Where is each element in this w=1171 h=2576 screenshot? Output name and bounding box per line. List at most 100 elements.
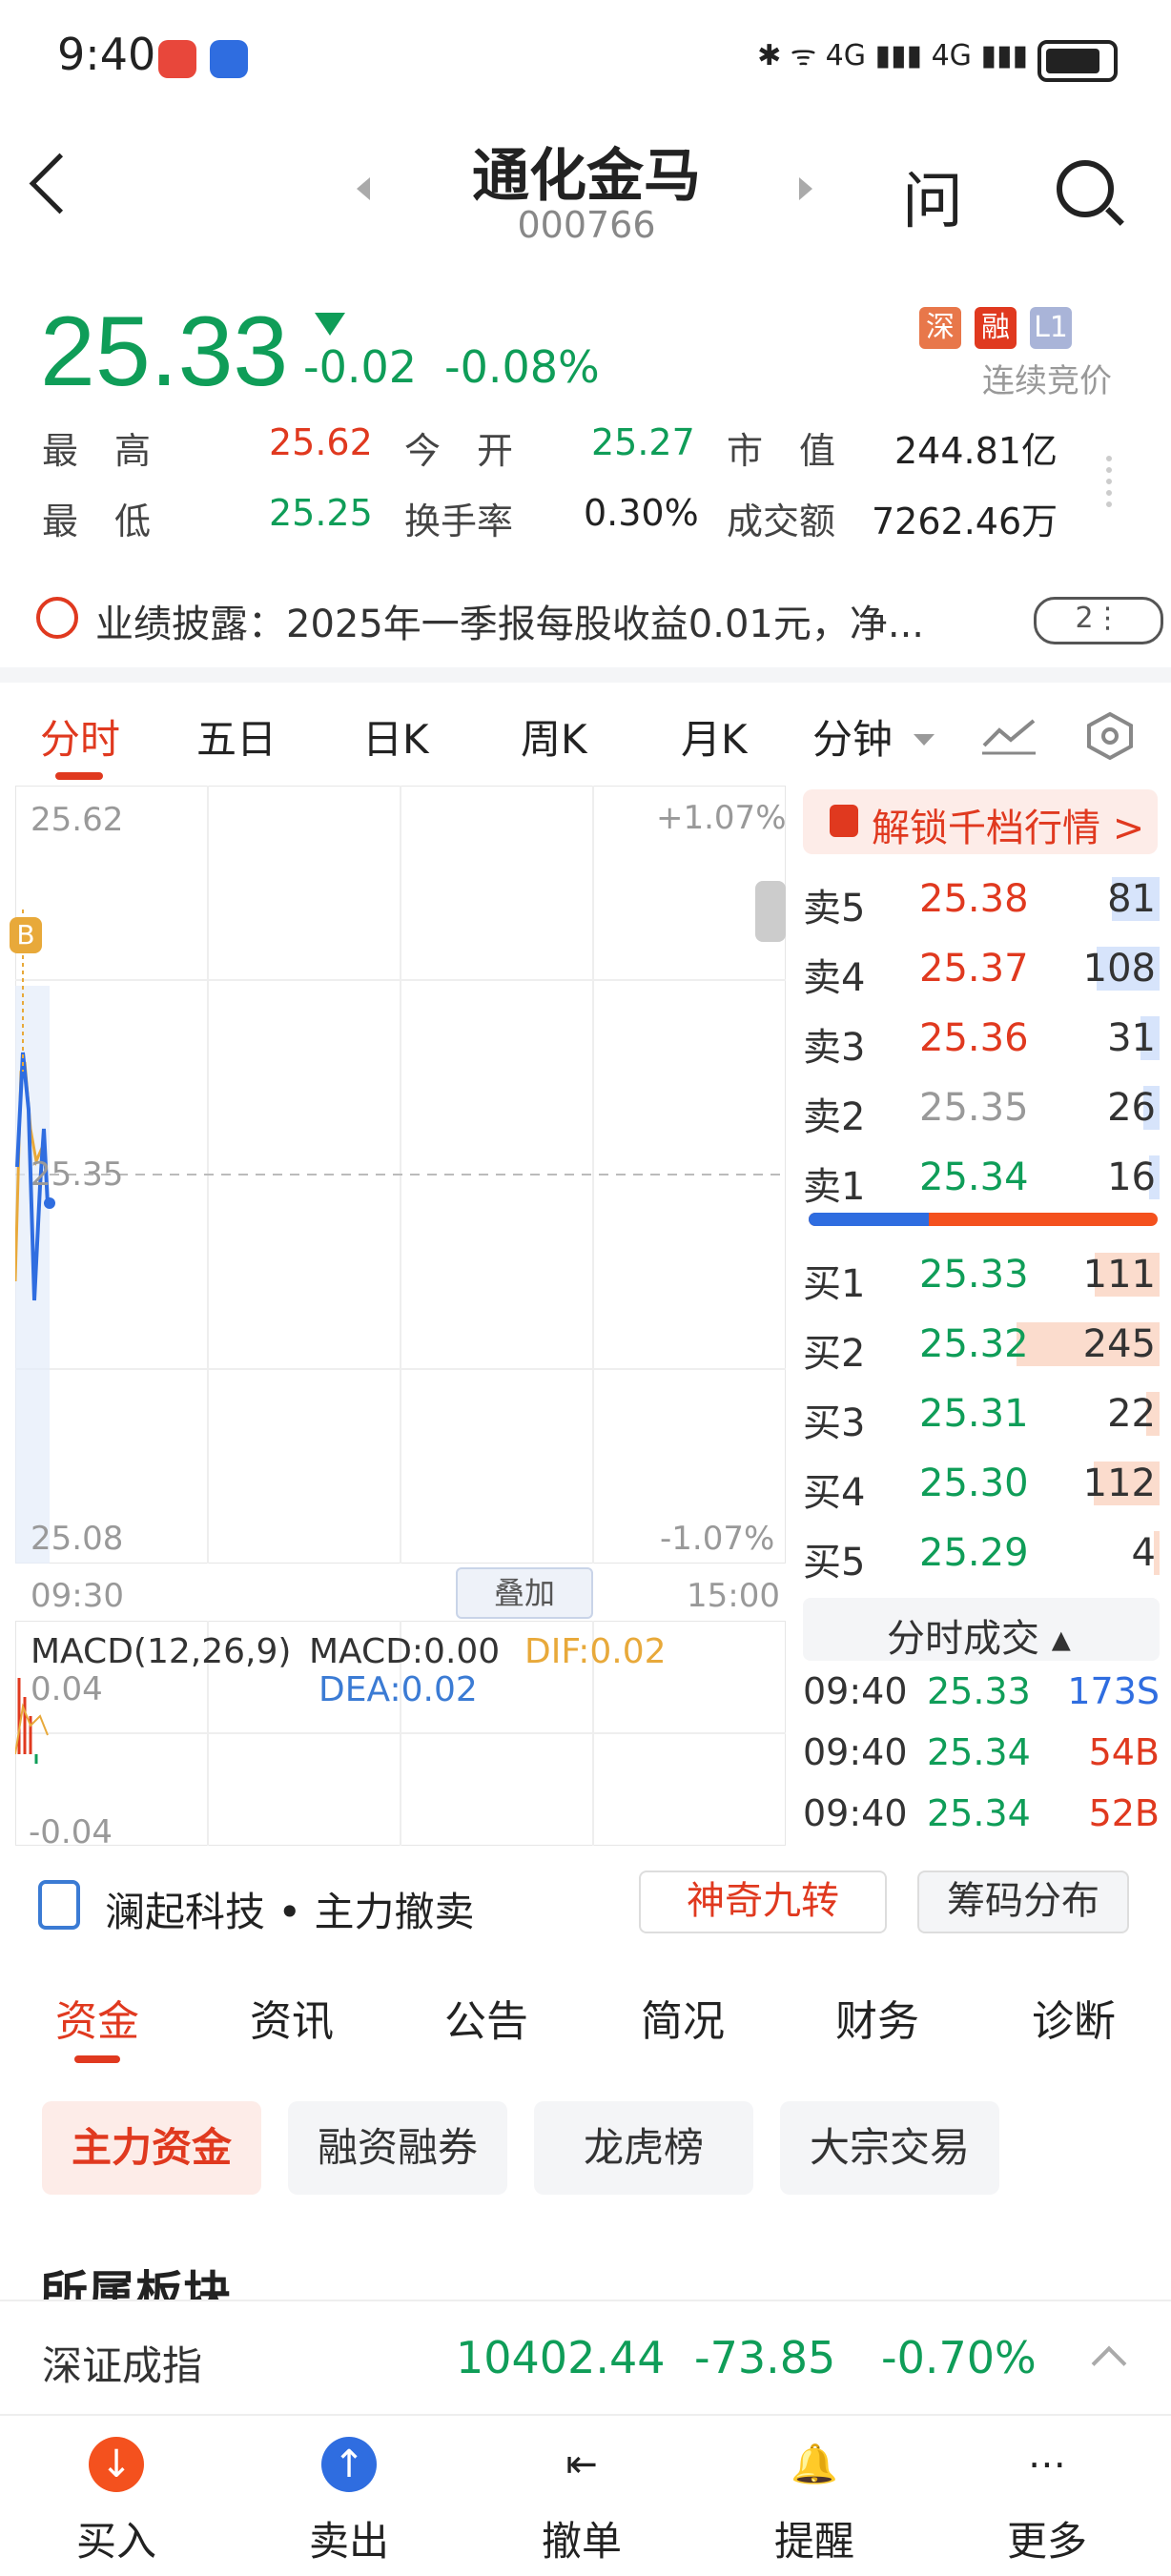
ask-row-3[interactable]: 卖3 25.36 31	[803, 1003, 1160, 1072]
tab-info-2[interactable]: 公告	[444, 1987, 528, 2048]
lanqi-alert[interactable]: 澜起科技 • 主力撤卖	[105, 1880, 474, 1938]
y-axis-bottom: 25.08	[31, 1520, 124, 1558]
nav-item-4[interactable]: ⋯ 更多	[961, 2437, 1133, 2567]
pct-axis-bottom: -1.07%	[660, 1520, 775, 1558]
tick-row: 09:40 25.34 52B	[803, 1792, 1160, 1851]
next-stock-icon[interactable]	[799, 177, 812, 200]
tab-info-3[interactable]: 简况	[641, 1987, 725, 2048]
bid-row-3[interactable]: 买3 25.31 22	[803, 1379, 1160, 1447]
ob-level-label: 卖5	[803, 887, 866, 930]
nav-label: 更多	[1006, 2518, 1087, 2565]
market-badge: 融	[975, 307, 1017, 349]
time-end: 15:00	[687, 1577, 780, 1615]
ob-level-label: 买1	[803, 1262, 866, 1306]
more-quote-icon[interactable]	[1106, 456, 1118, 507]
more-icon: ⋯	[1028, 2443, 1066, 2486]
tab-chart-0[interactable]: 分时	[40, 707, 120, 766]
bid-row-5[interactable]: 买5 25.29 4	[803, 1518, 1160, 1586]
dea-value: DEA:0.02	[318, 1670, 478, 1709]
price-change-pct: -0.08%	[444, 341, 600, 393]
app-notification-icon-2	[210, 40, 248, 78]
chevron-down-icon[interactable]	[914, 734, 935, 746]
nav-item-1[interactable]: ↑ 卖出	[263, 2437, 435, 2567]
open-value: 25.27	[591, 421, 695, 463]
subtab-2[interactable]: 龙虎榜	[534, 2101, 753, 2195]
bid-row-2[interactable]: 买2 25.32 245	[803, 1309, 1160, 1378]
ob-level-label: 买2	[803, 1332, 866, 1376]
mcap-value: 244.81亿	[894, 430, 1058, 472]
tick-volume: 52B	[1088, 1792, 1160, 1834]
tick-volume: 54B	[1088, 1731, 1160, 1773]
ob-level-label: 卖4	[803, 956, 866, 1000]
sell-icon: ↑	[321, 2437, 377, 2492]
ticks-header-label: 分时成交 ▴	[887, 1617, 1071, 1661]
index-change: -73.85	[694, 2332, 836, 2383]
intraday-chart[interactable]	[15, 786, 786, 1564]
ask-button[interactable]: 问	[902, 153, 963, 240]
tab-underline	[55, 772, 103, 780]
tab-chart-4[interactable]: 月K	[681, 707, 748, 766]
chip-distribution-button[interactable]: 筹码分布	[917, 1871, 1129, 1933]
subtab-0[interactable]: 主力资金	[42, 2101, 261, 2195]
ask-row-2[interactable]: 卖4 25.37 108	[803, 933, 1160, 1002]
ask-row-5[interactable]: 卖1 25.34 16	[803, 1142, 1160, 1211]
info-tab-underline	[74, 2055, 120, 2063]
ob-price: 25.29	[919, 1531, 1029, 1575]
turnover-value: 0.30%	[584, 492, 699, 534]
chart-style-icon[interactable]	[982, 717, 1036, 755]
high-label: 最 高	[42, 430, 152, 472]
macd-value: MACD:0.00	[309, 1632, 501, 1671]
tab-info-0[interactable]: 资金	[55, 1987, 139, 2048]
macd-axis-top: 0.04	[31, 1670, 103, 1708]
turnover-label: 换手率	[404, 501, 514, 542]
ob-price: 25.33	[919, 1253, 1029, 1297]
nav-item-3[interactable]: 🔔 提醒	[729, 2437, 900, 2567]
ob-level-label: 卖3	[803, 1026, 866, 1070]
tick-time: 09:40	[803, 1731, 908, 1773]
macd-title[interactable]: MACD(12,26,9)	[31, 1632, 291, 1671]
pct-axis-top: +1.07%	[656, 799, 787, 837]
stock-name: 通化金马	[472, 143, 701, 210]
bid-ask-ratio-bar	[809, 1213, 1158, 1226]
tab-chart-1[interactable]: 五日	[196, 707, 277, 766]
trading-status: 连续竞价	[982, 362, 1112, 400]
subtab-1[interactable]: 融资融券	[288, 2101, 507, 2195]
ob-price: 25.37	[919, 947, 1029, 991]
high-value: 25.62	[269, 421, 373, 463]
index-name: 深证成指	[42, 2342, 203, 2389]
ob-price: 25.35	[919, 1086, 1029, 1130]
prev-stock-icon[interactable]	[357, 177, 370, 200]
ask-row-1[interactable]: 卖5 25.38 81	[803, 864, 1160, 932]
tick-price: 25.33	[927, 1670, 1031, 1712]
back-icon[interactable]	[29, 153, 91, 215]
settings-hex-icon[interactable]	[1085, 711, 1135, 761]
bid-row-1[interactable]: 买1 25.33 111	[803, 1239, 1160, 1308]
subtab-3[interactable]: 大宗交易	[780, 2101, 999, 2195]
ob-volume: 81	[1107, 877, 1156, 921]
ob-level-label: 买4	[803, 1471, 866, 1515]
market-badge: 深	[919, 307, 961, 349]
ob-volume: 26	[1107, 1086, 1156, 1130]
bell-icon: 🔔	[791, 2443, 838, 2486]
macd-axis-bottom: -0.04	[29, 1813, 113, 1851]
disclosure-icon	[36, 597, 78, 639]
tab-info-5[interactable]: 诊断	[1032, 1987, 1116, 2048]
ask-row-4[interactable]: 卖2 25.35 26	[803, 1073, 1160, 1141]
tab-chart-2[interactable]: 日K	[362, 707, 429, 766]
overlay-button[interactable]: 叠加	[456, 1567, 593, 1619]
tab-chart-5[interactable]: 分钟	[812, 707, 893, 766]
nav-item-0[interactable]: ↓ 买入	[31, 2437, 202, 2567]
bid-row-4[interactable]: 买4 25.30 112	[803, 1448, 1160, 1517]
ob-volume: 31	[1107, 1016, 1156, 1060]
tick-volume: 173S	[1067, 1670, 1160, 1712]
tab-info-4[interactable]: 财务	[835, 1987, 919, 2048]
tab-chart-3[interactable]: 周K	[521, 707, 587, 766]
ob-price: 25.34	[919, 1155, 1029, 1199]
tab-info-1[interactable]: 资讯	[250, 1987, 334, 2048]
ob-price: 25.31	[919, 1392, 1029, 1436]
nav-item-2[interactable]: ⇤ 撤单	[496, 2437, 668, 2567]
magic-nine-button[interactable]: 神奇九转	[639, 1871, 887, 1933]
disclosure-text[interactable]: 业绩披露：2025年一季报每股收益0.01元，净...	[95, 593, 924, 648]
disclosure-count[interactable]: 2⋮	[1034, 597, 1163, 644]
search-icon[interactable]	[1057, 160, 1114, 217]
